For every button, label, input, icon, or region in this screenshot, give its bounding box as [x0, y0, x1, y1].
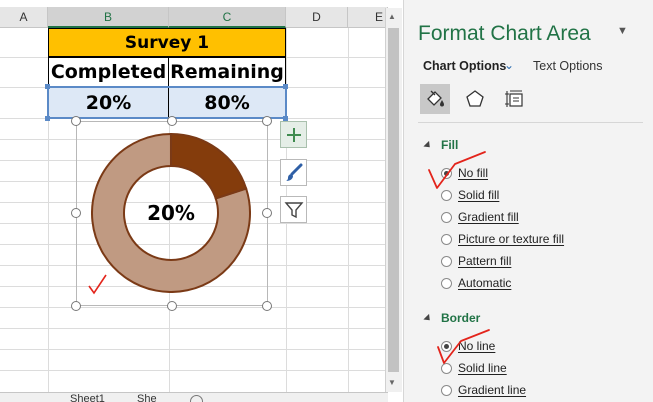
gridline: [0, 328, 385, 329]
column-letter: D: [312, 10, 321, 24]
size-properties-tab[interactable]: [500, 84, 530, 114]
chevron-down-icon[interactable]: ⌄: [504, 58, 514, 72]
option-label: Picture or texture fill: [458, 232, 565, 246]
fill-section-label: Fill: [441, 138, 459, 152]
column-letter: A: [19, 10, 28, 24]
column-header-b[interactable]: B: [48, 7, 169, 28]
border-section-header[interactable]: Border: [423, 311, 481, 325]
remaining-header-cell[interactable]: Remaining: [168, 57, 286, 87]
radio-button[interactable]: [441, 362, 452, 374]
option-label: Solid fill: [458, 188, 500, 202]
option-label: Pattern fill: [458, 254, 512, 268]
pane-title: Format Chart Area: [418, 22, 591, 45]
paintbrush-icon: [285, 163, 302, 181]
option-label: No fill: [458, 166, 489, 180]
option-label: Automatic: [458, 276, 512, 290]
gridline: [348, 28, 349, 392]
fill-option-automatic[interactable]: Automatic: [441, 275, 511, 291]
radio-button[interactable]: [441, 340, 452, 352]
column-letter: B: [103, 9, 112, 24]
column-letter: C: [222, 9, 232, 24]
radio-button[interactable]: [441, 167, 452, 179]
pane-divider: [418, 122, 643, 123]
fill-option-no-fill[interactable]: No fill: [441, 165, 488, 181]
range-handle[interactable]: [45, 116, 50, 121]
collapse-triangle-icon: [423, 313, 433, 323]
radio-button[interactable]: [441, 211, 452, 223]
resize-handle[interactable]: [71, 301, 81, 311]
effects-tab[interactable]: [460, 84, 490, 114]
sheet-tab[interactable]: Sheet1: [70, 392, 120, 402]
resize-handle[interactable]: [71, 116, 81, 126]
resize-handle[interactable]: [262, 301, 272, 311]
add-sheet-icon[interactable]: [190, 395, 203, 402]
option-label: Solid line: [458, 361, 507, 375]
gridline: [0, 349, 385, 350]
sheet-tab[interactable]: She: [137, 392, 167, 402]
sheet-tab-label: Sheet1: [70, 393, 105, 402]
range-handle[interactable]: [45, 84, 50, 89]
worksheet[interactable]: A B C D E Survey 1 Completed Remaining 2…: [0, 0, 388, 402]
fill-option-gradient-fill[interactable]: Gradient fill: [441, 209, 519, 225]
radio-button[interactable]: [441, 189, 452, 201]
range-selection-outline: [47, 86, 287, 119]
fill-option-solid-fill[interactable]: Solid fill: [441, 187, 499, 203]
chart-elements-button[interactable]: [280, 121, 307, 148]
resize-handle[interactable]: [262, 116, 272, 126]
completed-header-cell[interactable]: Completed: [48, 57, 169, 87]
gridline: [0, 370, 385, 371]
completed-segment[interactable]: [170, 133, 248, 200]
border-section-label: Border: [441, 311, 481, 325]
tab-text-options[interactable]: Text Options: [533, 59, 602, 73]
sheet-tab-label: She: [137, 393, 157, 402]
scroll-down-arrow-icon[interactable]: ▼: [388, 378, 396, 387]
gridline: [0, 307, 385, 308]
column-header-a[interactable]: A: [0, 7, 48, 28]
scrollbar-thumb[interactable]: [388, 28, 399, 372]
chart-styles-button[interactable]: [280, 159, 307, 186]
fill-option-pattern-fill[interactable]: Pattern fill: [441, 253, 511, 269]
plus-icon: [286, 127, 301, 142]
border-option-gradient-line[interactable]: Gradient line: [441, 382, 526, 398]
radio-button[interactable]: [441, 384, 452, 396]
fill-line-tab[interactable]: [420, 84, 450, 114]
scroll-up-arrow-icon[interactable]: ▲: [388, 12, 396, 21]
radio-button[interactable]: [441, 233, 452, 245]
border-option-solid-line[interactable]: Solid line: [441, 360, 507, 376]
border-option-no-line[interactable]: No line: [441, 338, 495, 354]
tab-chart-options[interactable]: Chart Options: [423, 59, 506, 73]
chart-filters-button[interactable]: [280, 196, 307, 223]
option-label: No line: [458, 339, 496, 353]
pentagon-icon: [466, 90, 484, 107]
funnel-icon: [283, 201, 304, 218]
completed-header: Completed: [50, 61, 167, 83]
survey-title: Survey 1: [124, 32, 210, 53]
survey-title-cell[interactable]: Survey 1: [48, 28, 286, 57]
option-label: Gradient fill: [458, 210, 519, 224]
collapse-triangle-icon: [423, 140, 433, 150]
column-letter: E: [374, 10, 383, 24]
resize-handle[interactable]: [71, 208, 81, 218]
radio-button[interactable]: [441, 277, 452, 289]
paint-bucket-icon: [427, 90, 444, 107]
column-header-d[interactable]: D: [286, 7, 348, 28]
column-header-e[interactable]: E: [348, 7, 388, 28]
option-label: Gradient line: [458, 383, 527, 397]
size-properties-icon: [505, 90, 523, 107]
resize-handle[interactable]: [262, 208, 272, 218]
resize-handle[interactable]: [167, 116, 177, 126]
remaining-header: Remaining: [170, 61, 284, 83]
column-header-c[interactable]: C: [169, 7, 286, 28]
donut-center-label: 20%: [147, 201, 195, 225]
pane-options-chevron-icon[interactable]: ▼: [617, 25, 628, 37]
fill-option-picture-fill[interactable]: Picture or texture fill: [441, 231, 564, 247]
radio-button[interactable]: [441, 255, 452, 267]
resize-handle[interactable]: [167, 301, 177, 311]
donut-chart[interactable]: 20%: [91, 133, 251, 293]
range-handle[interactable]: [283, 84, 288, 89]
fill-section-header[interactable]: Fill: [423, 138, 459, 152]
